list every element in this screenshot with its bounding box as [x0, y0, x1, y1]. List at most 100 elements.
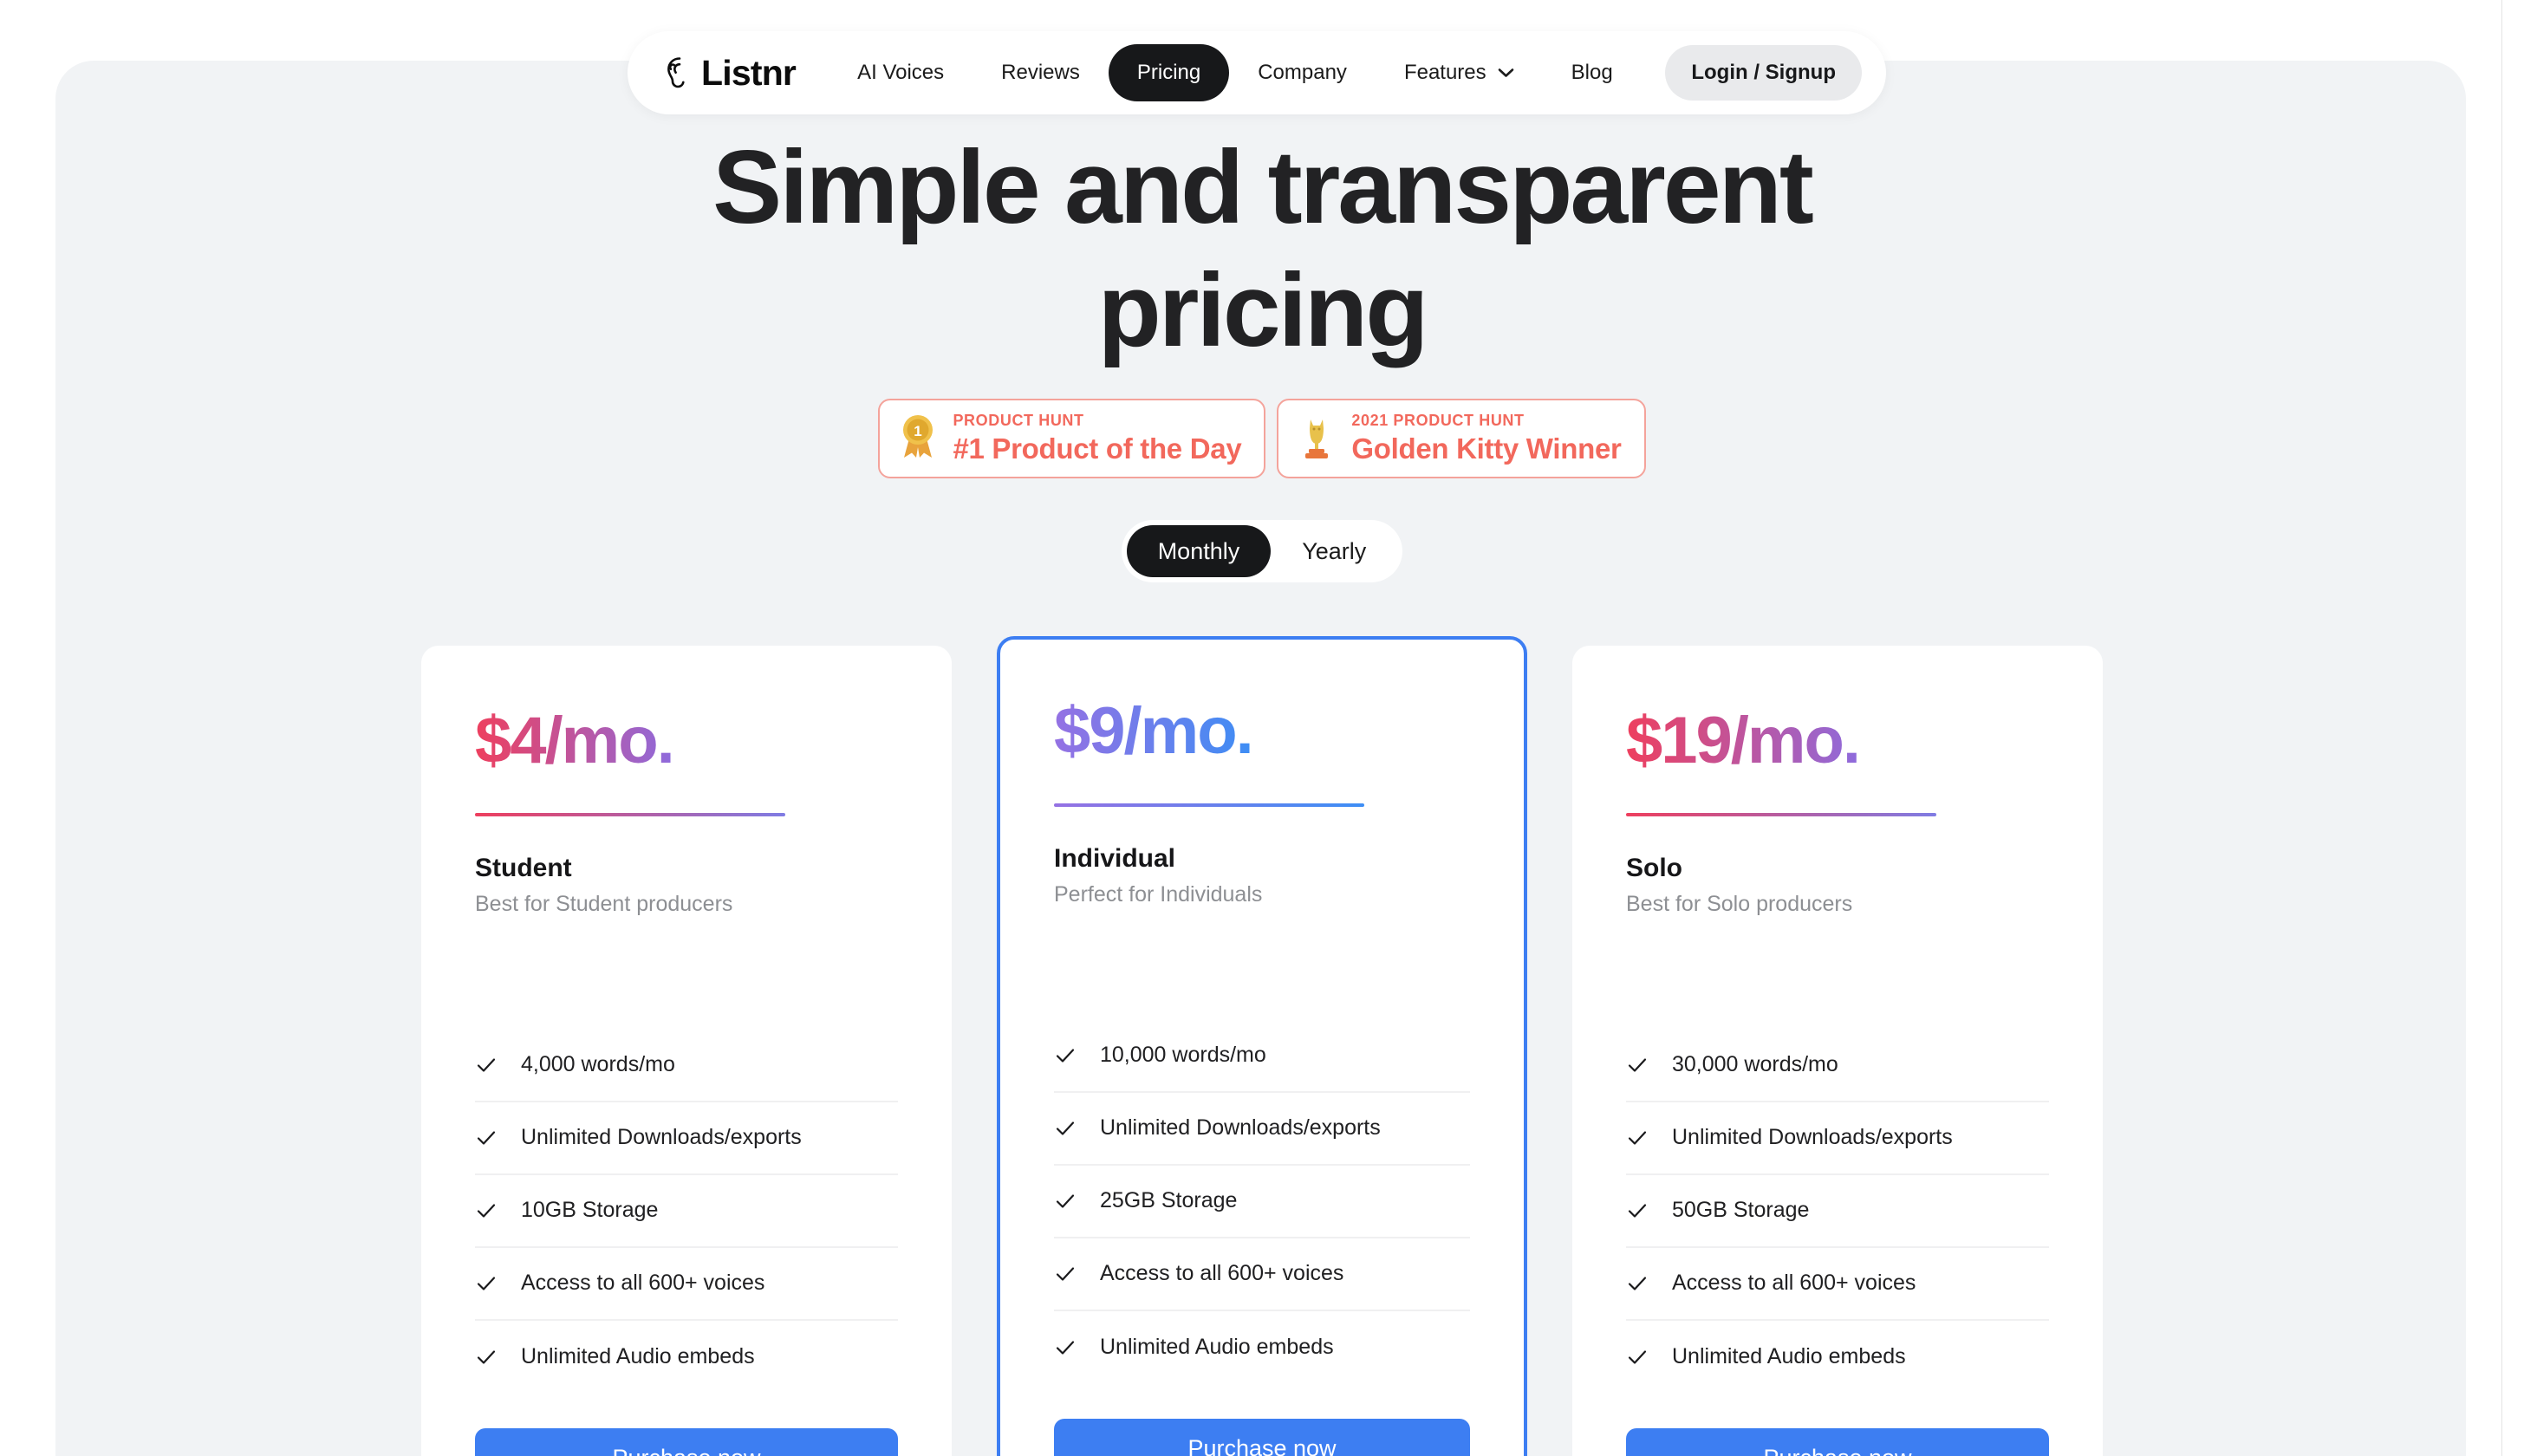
badge-title: #1 Product of the Day [953, 432, 1242, 465]
plan-name: Solo [1626, 854, 1682, 882]
plan-features: 10,000 words/mo Unlimited Downloads/expo… [1054, 1020, 1470, 1384]
award-badges: 1 PRODUCT HUNT #1 Product of the Day 202… [0, 399, 2524, 478]
login-signup-button[interactable]: Login / Signup [1665, 45, 1862, 101]
nav-links: AI Voices Reviews Pricing Company Featur… [829, 44, 1658, 101]
badge-kicker: PRODUCT HUNT [953, 412, 1084, 430]
badge-title: Golden Kitty Winner [1351, 432, 1622, 465]
page-title-line-2: pricing [1097, 251, 1428, 368]
plan-name: Student [475, 854, 572, 882]
billing-toggle-wrap: Monthly Yearly [1121, 520, 1403, 582]
plan-features: 4,000 words/mo Unlimited Downloads/expor… [475, 1030, 898, 1394]
plan-price: $9/mo. [1054, 694, 1254, 768]
chevron-down-icon [1498, 68, 1514, 78]
feature-item: Access to all 600+ voices [1054, 1238, 1470, 1311]
badge-product-of-the-day[interactable]: 1 PRODUCT HUNT #1 Product of the Day [878, 399, 1266, 478]
feature-item: Access to all 600+ voices [475, 1248, 898, 1321]
check-icon [1054, 1044, 1077, 1067]
check-icon [1626, 1054, 1649, 1076]
feature-item: 30,000 words/mo [1626, 1030, 2049, 1102]
plan-name: Individual [1054, 844, 1176, 873]
brand-logo[interactable]: Listnr [659, 52, 797, 93]
check-icon [475, 1199, 498, 1222]
pricing-card-solo: $19/mo. Solo Best for Solo producers 30,… [1572, 646, 2103, 1456]
plan-price: $19/mo. [1626, 704, 1861, 777]
page-title: Simple and transparent pricing [0, 127, 2524, 372]
billing-toggle-yearly[interactable]: Yearly [1271, 525, 1397, 577]
check-icon [1626, 1272, 1649, 1295]
purchase-now-button[interactable]: Purchase now [475, 1427, 898, 1456]
badge-golden-kitty-winner[interactable]: 2021 PRODUCT HUNT Golden Kitty Winner [1277, 399, 1646, 478]
feature-label: Unlimited Downloads/exports [1672, 1125, 1953, 1150]
feature-item: Unlimited Downloads/exports [1626, 1102, 2049, 1175]
nav-item-reviews[interactable]: Reviews [973, 62, 1109, 83]
feature-item: Unlimited Audio embeds [1626, 1321, 2049, 1394]
page-title-line-1: Simple and transparent [712, 129, 1814, 245]
plan-tagline: Perfect for Individuals [1054, 882, 1263, 907]
feature-label: Access to all 600+ voices [521, 1271, 765, 1296]
plan-tagline: Best for Solo producers [1626, 892, 1853, 916]
price-divider [475, 813, 785, 816]
feature-item: 10,000 words/mo [1054, 1020, 1470, 1093]
pricing-cards: $4/mo. Student Best for Student producer… [0, 636, 2524, 1456]
nav-item-pricing[interactable]: Pricing [1108, 44, 1230, 101]
ear-icon [659, 55, 693, 90]
feature-item: 4,000 words/mo [475, 1030, 898, 1102]
feature-label: Access to all 600+ voices [1100, 1261, 1344, 1286]
pricing-card-student: $4/mo. Student Best for Student producer… [421, 646, 952, 1456]
price-divider [1054, 803, 1364, 807]
plan-price: $4/mo. [475, 704, 675, 777]
main-navbar: Listnr AI Voices Reviews Pricing Company… [628, 31, 1886, 114]
feature-label: Unlimited Audio embeds [521, 1344, 755, 1369]
nav-item-features[interactable]: Features [1376, 62, 1543, 83]
check-icon [475, 1054, 498, 1076]
feature-item: 10GB Storage [475, 1175, 898, 1248]
check-icon [475, 1127, 498, 1149]
check-icon [475, 1346, 498, 1368]
medal-icon: 1 [897, 413, 939, 465]
pricing-card-individual: $9/mo. Individual Perfect for Individual… [997, 636, 1527, 1456]
golden-kitty-trophy-icon [1296, 413, 1337, 465]
badge-kicker: 2021 PRODUCT HUNT [1351, 412, 1525, 430]
plan-features: 30,000 words/mo Unlimited Downloads/expo… [1626, 1030, 2049, 1394]
check-icon [1054, 1263, 1077, 1285]
check-icon [1626, 1127, 1649, 1149]
feature-label: Unlimited Downloads/exports [1100, 1115, 1381, 1141]
feature-item: 50GB Storage [1626, 1175, 2049, 1248]
price-divider [1626, 813, 1936, 816]
feature-label: Unlimited Downloads/exports [521, 1125, 802, 1150]
nav-item-ai-voices[interactable]: AI Voices [829, 62, 973, 83]
feature-label: 10,000 words/mo [1100, 1043, 1266, 1068]
svg-text:1: 1 [914, 423, 922, 439]
check-icon [1054, 1190, 1077, 1212]
vertical-scrollbar[interactable] [2501, 0, 2524, 1456]
nav-item-features-label: Features [1403, 61, 1486, 84]
check-icon [1054, 1117, 1077, 1140]
feature-item: Access to all 600+ voices [1626, 1248, 2049, 1321]
check-icon [1054, 1336, 1077, 1359]
feature-label: Unlimited Audio embeds [1672, 1344, 1906, 1369]
feature-label: 4,000 words/mo [521, 1052, 675, 1077]
feature-label: 10GB Storage [521, 1198, 659, 1223]
feature-label: 30,000 words/mo [1672, 1052, 1838, 1077]
check-icon [1626, 1199, 1649, 1222]
check-icon [475, 1272, 498, 1295]
check-icon [1626, 1346, 1649, 1368]
feature-label: 25GB Storage [1100, 1188, 1238, 1213]
purchase-now-button[interactable]: Purchase now [1054, 1418, 1470, 1456]
feature-item: Unlimited Downloads/exports [475, 1102, 898, 1175]
brand-name: Listnr [701, 52, 797, 93]
pricing-page: Listnr AI Voices Reviews Pricing Company… [0, 0, 2524, 1456]
plan-tagline: Best for Student producers [475, 892, 733, 916]
feature-item: Unlimited Downloads/exports [1054, 1093, 1470, 1166]
feature-label: Unlimited Audio embeds [1100, 1335, 1334, 1360]
billing-toggle-monthly[interactable]: Monthly [1126, 525, 1272, 577]
nav-item-blog[interactable]: Blog [1543, 62, 1642, 83]
feature-item: 25GB Storage [1054, 1166, 1470, 1238]
feature-label: 50GB Storage [1672, 1198, 1810, 1223]
purchase-now-button[interactable]: Purchase now [1626, 1427, 2049, 1456]
billing-period-toggle: Monthly Yearly [0, 520, 2524, 582]
feature-item: Unlimited Audio embeds [1054, 1311, 1470, 1384]
feature-label: Access to all 600+ voices [1672, 1271, 1916, 1296]
feature-item: Unlimited Audio embeds [475, 1321, 898, 1394]
nav-item-company[interactable]: Company [1229, 62, 1376, 83]
